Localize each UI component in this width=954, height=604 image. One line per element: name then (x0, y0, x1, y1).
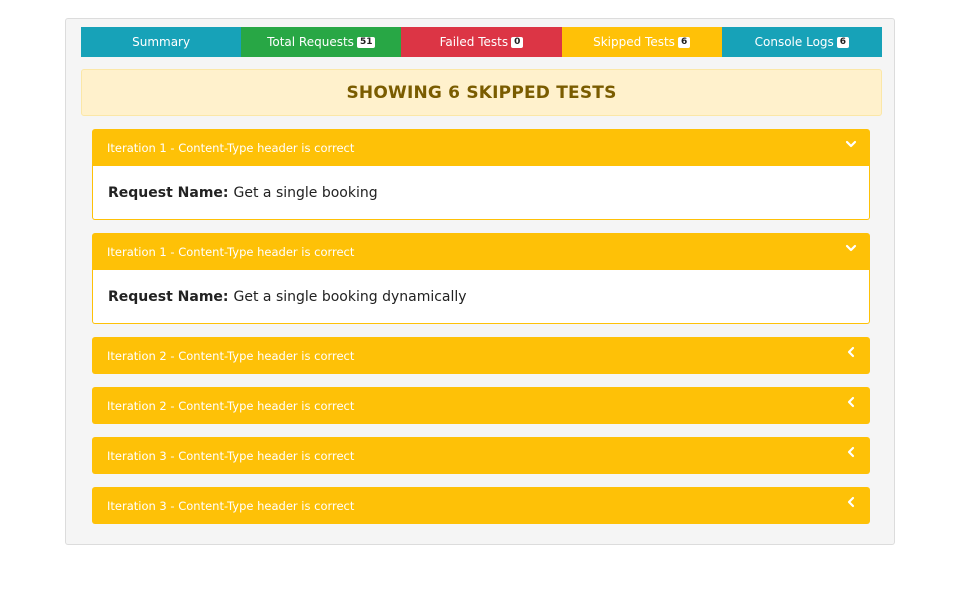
tab-label: Failed Tests (439, 35, 509, 49)
tab-label: Summary (132, 35, 191, 49)
accordion-item: Iteration 1 - Content-Type header is cor… (92, 129, 870, 220)
accordion-body: Request Name: Get a single booking (92, 166, 870, 220)
tab-skipped-tests[interactable]: Skipped Tests 6 (561, 27, 722, 57)
accordion-title: Iteration 1 - Content-Type header is cor… (107, 244, 355, 259)
accordion-title: Iteration 1 - Content-Type header is cor… (107, 140, 355, 155)
accordion-title: Iteration 2 - Content-Type header is cor… (107, 348, 355, 363)
accordion-item: Iteration 1 - Content-Type header is cor… (92, 233, 870, 324)
accordion-header[interactable]: Iteration 1 - Content-Type header is cor… (92, 233, 870, 270)
tab-console-logs[interactable]: Console Logs 6 (721, 27, 882, 57)
accordion-header[interactable]: Iteration 3 - Content-Type header is cor… (92, 487, 870, 524)
accordion-header[interactable]: Iteration 2 - Content-Type header is cor… (92, 387, 870, 424)
chevron-left-icon[interactable] (844, 345, 858, 359)
tab-label: Skipped Tests (593, 35, 675, 49)
tab-total-requests[interactable]: Total Requests 51 (241, 27, 402, 57)
report-tabs: Summary Total Requests 51 Failed Tests 0… (81, 27, 882, 57)
chevron-down-icon[interactable] (844, 137, 858, 151)
request-name-value: Get a single booking (233, 184, 378, 201)
accordion-item: Iteration 3 - Content-Type header is cor… (92, 487, 870, 524)
count-badge: 0 (511, 36, 524, 48)
accordion-item: Iteration 2 - Content-Type header is cor… (92, 337, 870, 374)
accordion-body: Request Name: Get a single booking dynam… (92, 270, 870, 324)
chevron-left-icon[interactable] (844, 395, 858, 409)
tab-label: Console Logs (754, 35, 834, 49)
accordion-item: Iteration 3 - Content-Type header is cor… (92, 437, 870, 474)
accordion-header[interactable]: Iteration 3 - Content-Type header is cor… (92, 437, 870, 474)
chevron-left-icon[interactable] (844, 495, 858, 509)
count-badge: 6 (836, 36, 850, 48)
accordion-item: Iteration 2 - Content-Type header is cor… (92, 387, 870, 424)
accordion-title: Iteration 3 - Content-Type header is cor… (107, 498, 355, 513)
accordion-header[interactable]: Iteration 2 - Content-Type header is cor… (92, 337, 870, 374)
accordion-title: Iteration 3 - Content-Type header is cor… (107, 448, 355, 463)
tab-summary[interactable]: Summary (81, 27, 242, 57)
accordion-header[interactable]: Iteration 1 - Content-Type header is cor… (92, 129, 870, 166)
banner-title: SHOWING 6 SKIPPED TESTS (346, 82, 617, 103)
tab-label: Total Requests (267, 35, 354, 49)
chevron-left-icon[interactable] (844, 445, 858, 459)
count-badge: 51 (356, 36, 376, 48)
count-badge: 6 (677, 36, 691, 48)
skipped-tests-banner: SHOWING 6 SKIPPED TESTS (81, 69, 882, 116)
chevron-down-icon[interactable] (844, 241, 858, 255)
report-panel: Summary Total Requests 51 Failed Tests 0… (65, 18, 895, 545)
request-name-label: Request Name: (108, 184, 229, 201)
request-name-value: Get a single booking dynamically (233, 288, 467, 305)
request-name-label: Request Name: (108, 288, 229, 305)
tab-failed-tests[interactable]: Failed Tests 0 (401, 27, 562, 57)
accordion-title: Iteration 2 - Content-Type header is cor… (107, 398, 355, 413)
